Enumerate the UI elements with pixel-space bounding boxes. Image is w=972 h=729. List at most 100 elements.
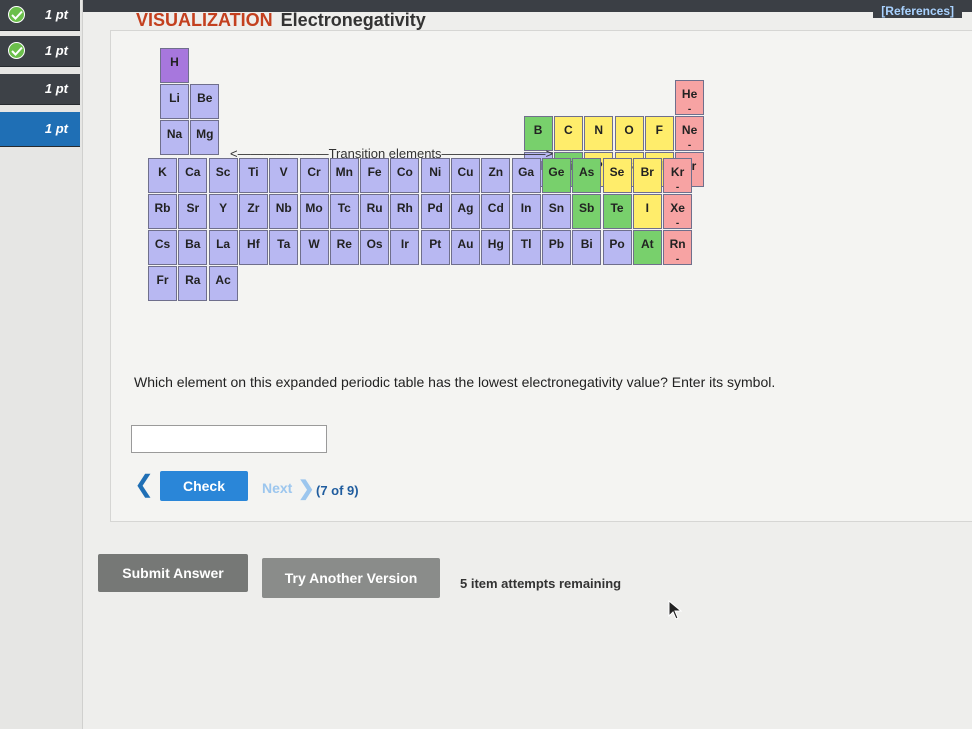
element-symbol: Ni bbox=[429, 164, 442, 179]
element-cell-ru: Ru bbox=[360, 193, 390, 229]
element-symbol: Ra bbox=[185, 272, 201, 287]
element-cell-be: Be bbox=[190, 84, 220, 119]
noble-gas-mark: - bbox=[687, 140, 692, 152]
element-symbol: Mg bbox=[196, 127, 214, 141]
chevron-left-icon[interactable]: ❮ bbox=[134, 470, 154, 499]
next-button[interactable]: Next ❯ bbox=[262, 476, 315, 501]
element-cell-ta: Ta bbox=[269, 229, 299, 265]
element-symbol: Ba bbox=[185, 236, 201, 251]
element-symbol: Xe bbox=[670, 200, 685, 215]
question-sidebar: 1 pt 1 pt 1 pt 1 pt bbox=[0, 0, 83, 729]
noble-gas-mark: - bbox=[687, 104, 692, 116]
element-cell-sn: Sn bbox=[541, 193, 571, 229]
question-text: Which element on this expanded periodic … bbox=[134, 374, 776, 390]
element-cell-ac: Ac bbox=[208, 265, 238, 301]
element-symbol: Cs bbox=[154, 236, 171, 251]
element-symbol: Rn bbox=[669, 236, 686, 251]
element-cell-xe: Xe - bbox=[663, 193, 693, 229]
element-cell-mn: Mn bbox=[329, 157, 359, 193]
element-cell-ba: Ba bbox=[178, 229, 208, 265]
answer-input[interactable] bbox=[131, 425, 327, 453]
element-cell-at: At bbox=[632, 229, 662, 265]
element-symbol: B bbox=[533, 123, 543, 138]
element-symbol: Be bbox=[197, 91, 213, 105]
element-cell-c: C bbox=[553, 116, 583, 152]
references-link[interactable]: [References] bbox=[873, 0, 962, 18]
element-symbol: Y bbox=[219, 200, 228, 215]
element-symbol: I bbox=[645, 200, 649, 215]
element-symbol: O bbox=[624, 123, 634, 138]
element-symbol: La bbox=[216, 236, 231, 251]
element-symbol: Se bbox=[609, 164, 625, 179]
element-cell-cr: Cr bbox=[299, 157, 329, 193]
element-symbol: Pd bbox=[427, 200, 443, 215]
element-symbol: Ca bbox=[185, 164, 201, 179]
element-cell-as: As bbox=[572, 157, 602, 193]
element-cell-na: Na bbox=[160, 120, 189, 155]
element-symbol: He bbox=[681, 87, 698, 102]
element-symbol: Kr bbox=[670, 164, 685, 179]
element-cell-hg: Hg bbox=[481, 229, 511, 265]
element-cell-mg: Mg bbox=[190, 120, 220, 155]
element-cell-ti: Ti bbox=[238, 157, 268, 193]
element-cell-zr: Zr bbox=[238, 193, 268, 229]
element-symbol: Ir bbox=[400, 236, 409, 251]
element-cell-zn: Zn bbox=[481, 157, 511, 193]
element-cell-mo: Mo bbox=[299, 193, 329, 229]
element-cell-fr: Fr bbox=[148, 265, 177, 301]
element-symbol: Sc bbox=[215, 164, 231, 179]
element-symbol: Ta bbox=[277, 236, 291, 251]
points-label: 1 pt bbox=[44, 7, 68, 22]
points-label: 1 pt bbox=[44, 81, 68, 96]
element-symbol: Rh bbox=[396, 200, 413, 215]
element-symbol: Pt bbox=[429, 236, 442, 251]
element-cell-co: Co bbox=[390, 157, 420, 193]
sidebar-question-2[interactable]: 1 pt bbox=[0, 36, 80, 67]
element-cell-pd: Pd bbox=[420, 193, 450, 229]
element-cell-cu: Cu bbox=[451, 157, 480, 193]
element-cell-cs: Cs bbox=[148, 229, 177, 265]
element-symbol: W bbox=[308, 236, 320, 251]
element-symbol: Ge bbox=[548, 164, 565, 179]
element-cell-br: Br bbox=[632, 157, 662, 193]
noble-gas-mark: - bbox=[675, 253, 680, 265]
try-another-version-button[interactable]: Try Another Version bbox=[262, 558, 440, 598]
element-symbol: Ru bbox=[366, 200, 383, 215]
element-symbol: Co bbox=[396, 164, 413, 179]
element-symbol: Na bbox=[166, 127, 183, 141]
element-cell-o: O bbox=[614, 116, 644, 152]
element-cell-ir: Ir bbox=[390, 229, 420, 265]
element-symbol: As bbox=[579, 164, 595, 179]
element-cell-fe: Fe bbox=[360, 157, 390, 193]
element-cell-ra: Ra bbox=[178, 265, 208, 301]
element-cell-v: V bbox=[269, 157, 299, 193]
element-cell-ne: Ne - bbox=[675, 116, 705, 152]
element-cell-os: Os bbox=[360, 229, 390, 265]
element-symbol: C bbox=[564, 123, 573, 138]
element-symbol: At bbox=[640, 236, 654, 251]
check-circle-icon bbox=[8, 42, 25, 59]
sidebar-question-1[interactable]: 1 pt bbox=[0, 0, 80, 31]
check-button[interactable]: Check bbox=[160, 471, 248, 501]
submit-answer-button[interactable]: Submit Answer bbox=[98, 554, 248, 592]
element-symbol: Bi bbox=[580, 236, 593, 251]
element-symbol: Sr bbox=[186, 200, 200, 215]
element-cell-se: Se bbox=[602, 157, 632, 193]
element-cell-k: K bbox=[148, 157, 177, 193]
element-symbol: Hf bbox=[247, 236, 260, 251]
element-cell-h: H bbox=[160, 48, 189, 83]
element-cell-ga: Ga bbox=[511, 157, 541, 193]
title-text: Electronegativity bbox=[280, 10, 426, 30]
attempts-remaining: 5 item attempts remaining bbox=[460, 576, 622, 591]
element-symbol: Au bbox=[457, 236, 474, 251]
element-cell-pb: Pb bbox=[541, 229, 571, 265]
element-symbol: Fr bbox=[156, 272, 169, 287]
element-symbol: Cr bbox=[307, 164, 321, 179]
transition-elements-label: <———————Transition elements————————> bbox=[230, 146, 554, 161]
periodic-table: HHe-LiBeBCNOFNe-NaMgAlSiPSClAr-KCaScTiVC… bbox=[148, 48, 708, 318]
sidebar-question-3[interactable]: 1 pt bbox=[0, 74, 80, 105]
sidebar-question-4[interactable]: 1 pt bbox=[0, 112, 80, 147]
element-symbol: Tl bbox=[520, 236, 532, 251]
element-cell-po: Po bbox=[602, 229, 632, 265]
element-cell-he: He - bbox=[675, 80, 705, 116]
